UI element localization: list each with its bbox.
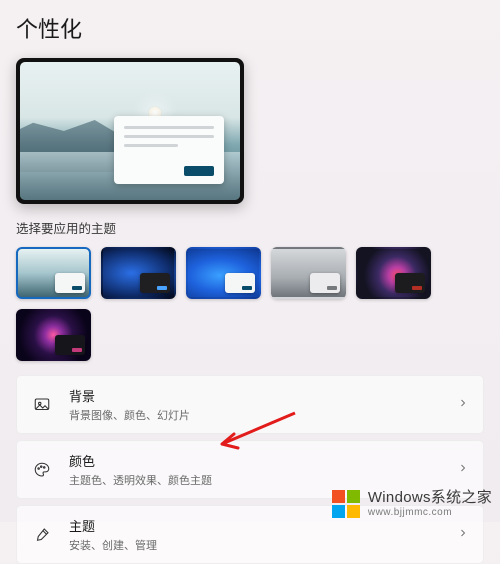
row-title: 主题	[69, 516, 457, 535]
chevron-right-icon	[457, 396, 469, 414]
watermark: Windows系统之家 www.bjjmmc.com	[332, 490, 492, 518]
theme-thumb-bloom-dark[interactable]	[101, 247, 176, 299]
image-icon	[31, 394, 53, 416]
current-theme-preview	[16, 58, 244, 204]
theme-thumb-orb[interactable]	[16, 309, 91, 361]
theme-thumb-grey[interactable]	[271, 247, 346, 299]
row-subtitle: 背景图像、颜色、幻灯片	[69, 407, 457, 423]
login-card-mock	[114, 116, 224, 184]
row-title: 颜色	[69, 451, 457, 470]
theme-thumb-light[interactable]	[16, 247, 91, 299]
watermark-brand: Windows系统之家	[368, 490, 492, 507]
palette-icon	[31, 459, 53, 481]
brush-icon	[31, 524, 53, 546]
theme-grid	[16, 247, 484, 361]
section-label-select-theme: 选择要应用的主题	[16, 218, 484, 237]
theme-thumb-bloom-blue[interactable]	[186, 247, 261, 299]
row-subtitle: 主题色、透明效果、颜色主题	[69, 472, 457, 488]
chevron-right-icon	[457, 526, 469, 544]
settings-row-background[interactable]: 背景 背景图像、颜色、幻灯片	[16, 375, 484, 434]
page-title: 个性化	[16, 12, 484, 44]
windows-logo-icon	[332, 490, 360, 518]
watermark-url: www.bjjmmc.com	[368, 507, 492, 518]
theme-thumb-flower[interactable]	[356, 247, 431, 299]
row-subtitle: 安装、创建、管理	[69, 537, 457, 553]
chevron-right-icon	[457, 461, 469, 479]
row-title: 背景	[69, 386, 457, 405]
